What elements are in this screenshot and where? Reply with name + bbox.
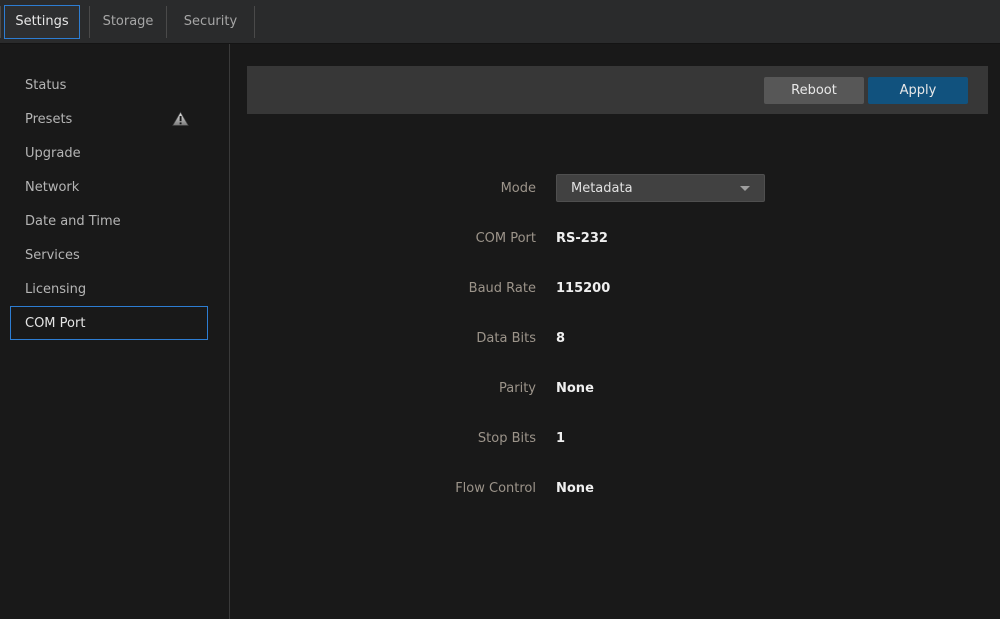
tab-separator [0, 6, 1, 38]
flow-control-value: None [556, 481, 594, 496]
sidebar-item-date-and-time[interactable]: Date and Time [10, 204, 208, 238]
tab-security[interactable]: Security [167, 5, 254, 39]
form-row-com-port: COM Port RS-232 [230, 224, 1000, 252]
form-row-flow-control: Flow Control None [230, 474, 1000, 502]
sidebar-item-network[interactable]: Network [10, 170, 208, 204]
sidebar-item-label: COM Port [25, 316, 85, 331]
sidebar-item-presets[interactable]: Presets [10, 102, 208, 136]
data-bits-value: 8 [556, 331, 565, 346]
parity-value: None [556, 381, 594, 396]
sidebar-item-label: Date and Time [25, 214, 121, 229]
sidebar-item-label: Licensing [25, 282, 86, 297]
data-bits-label: Data Bits [230, 331, 536, 346]
stop-bits-label: Stop Bits [230, 431, 536, 446]
sidebar-item-status[interactable]: Status [10, 68, 208, 102]
top-tab-bar: Settings Storage Security [0, 0, 1000, 44]
stop-bits-value: 1 [556, 431, 565, 446]
form-row-parity: Parity None [230, 374, 1000, 402]
com-port-settings-panel: Reboot Apply Mode Metadata COM Port RS-2… [230, 44, 1000, 619]
com-port-label: COM Port [230, 231, 536, 246]
form-row-stop-bits: Stop Bits 1 [230, 424, 1000, 452]
form-row-mode: Mode Metadata [230, 174, 1000, 202]
apply-button[interactable]: Apply [868, 77, 968, 104]
sidebar-item-label: Network [25, 180, 79, 195]
action-toolbar: Reboot Apply [247, 66, 988, 114]
com-port-value: RS-232 [556, 231, 608, 246]
mode-selected-value: Metadata [571, 181, 633, 196]
sidebar-item-label: Upgrade [25, 146, 81, 161]
sidebar-item-label: Presets [25, 112, 72, 127]
tab-storage-label: Storage [103, 14, 154, 29]
baud-rate-label: Baud Rate [230, 281, 536, 296]
tab-settings-label: Settings [15, 14, 68, 29]
tab-storage[interactable]: Storage [90, 5, 166, 39]
flow-control-label: Flow Control [230, 481, 536, 496]
tab-settings[interactable]: Settings [4, 5, 80, 39]
sidebar-item-services[interactable]: Services [10, 238, 208, 272]
baud-rate-value: 115200 [556, 281, 610, 296]
sidebar-item-label: Status [25, 78, 66, 93]
parity-label: Parity [230, 381, 536, 396]
com-port-form: Mode Metadata COM Port RS-232 Baud Rate … [230, 174, 1000, 502]
warning-triangle-icon [172, 111, 189, 127]
mode-select[interactable]: Metadata [556, 174, 765, 202]
chevron-down-icon [740, 186, 750, 191]
sidebar-item-upgrade[interactable]: Upgrade [10, 136, 208, 170]
form-row-baud-rate: Baud Rate 115200 [230, 274, 1000, 302]
sidebar-item-com-port[interactable]: COM Port [10, 306, 208, 340]
mode-label: Mode [230, 181, 536, 196]
sidebar-item-licensing[interactable]: Licensing [10, 272, 208, 306]
tab-security-label: Security [184, 14, 237, 29]
tab-separator [254, 6, 255, 38]
form-row-data-bits: Data Bits 8 [230, 324, 1000, 352]
sidebar-item-label: Services [25, 248, 80, 263]
settings-sidebar: Status Presets Upgrade Network [0, 44, 230, 619]
reboot-button[interactable]: Reboot [764, 77, 864, 104]
